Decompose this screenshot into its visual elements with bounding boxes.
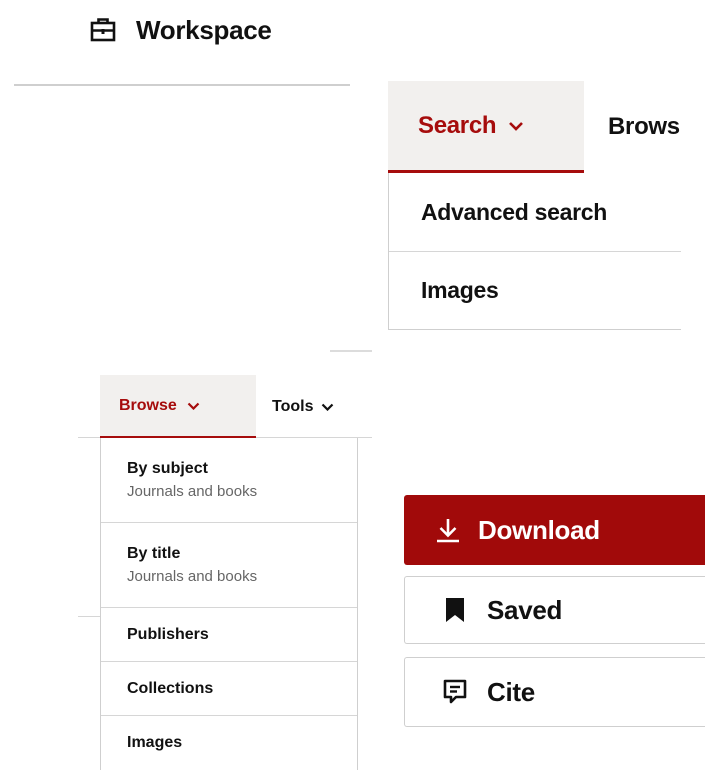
workspace-title: Workspace [136, 14, 272, 45]
cite-button[interactable]: Cite [404, 657, 705, 727]
menu-item-label: Images [127, 734, 183, 751]
menu-item-sublabel: Journals and books [127, 568, 258, 585]
menu-item-sublabel: Journals and books [127, 483, 258, 500]
menu-item-label: Collections [127, 679, 214, 697]
menu-item-by-title[interactable]: By title Journals and books [101, 523, 357, 608]
chevron-down-icon [187, 402, 200, 410]
menu-item-label: By subject [127, 460, 208, 477]
cite-label: Cite [487, 676, 535, 707]
briefcase-icon [90, 17, 116, 43]
menu-item-label: By title [127, 545, 181, 562]
divider [78, 437, 100, 438]
menu-item-images[interactable]: Images [389, 251, 681, 329]
tab-browse-label: Brows [608, 113, 680, 140]
menu-item-label: Advanced search [421, 198, 607, 225]
tab-tools-label: Tools [272, 397, 314, 415]
chevron-down-icon [508, 121, 524, 131]
download-icon [436, 517, 460, 543]
menu-item-images[interactable]: Images [101, 716, 357, 770]
menu-item-advanced-search[interactable]: Advanced search [389, 173, 681, 251]
search-nav-bar: Search Brows [388, 81, 681, 173]
divider [78, 616, 100, 617]
browse-nav-bar: Browse Tools [100, 375, 372, 438]
header-divider [14, 84, 350, 86]
saved-button[interactable]: Saved [404, 576, 705, 644]
menu-item-label: Publishers [127, 625, 209, 643]
search-dropdown-menu: Advanced search Images [388, 173, 681, 330]
menu-item-collections[interactable]: Collections [101, 662, 357, 716]
tab-browse-label: Browse [119, 396, 177, 414]
divider [330, 350, 372, 352]
menu-item-publishers[interactable]: Publishers [101, 608, 357, 662]
bookmark-icon [445, 597, 465, 623]
menu-item-by-subject[interactable]: By subject Journals and books [101, 438, 357, 523]
download-button[interactable]: Download [404, 495, 705, 565]
tab-search-label: Search [418, 111, 497, 139]
workspace-header[interactable]: Workspace [90, 10, 272, 50]
tab-search[interactable]: Search [388, 81, 584, 173]
tab-browse[interactable]: Brows [608, 81, 681, 173]
tab-tools[interactable]: Tools [272, 375, 334, 438]
saved-label: Saved [487, 594, 563, 625]
browse-dropdown-menu: By subject Journals and books By title J… [100, 438, 358, 770]
download-label: Download [478, 514, 600, 545]
cite-icon [443, 679, 467, 705]
menu-item-label: Images [421, 277, 499, 303]
tab-browse-active[interactable]: Browse [100, 375, 256, 438]
chevron-down-icon [321, 403, 334, 411]
